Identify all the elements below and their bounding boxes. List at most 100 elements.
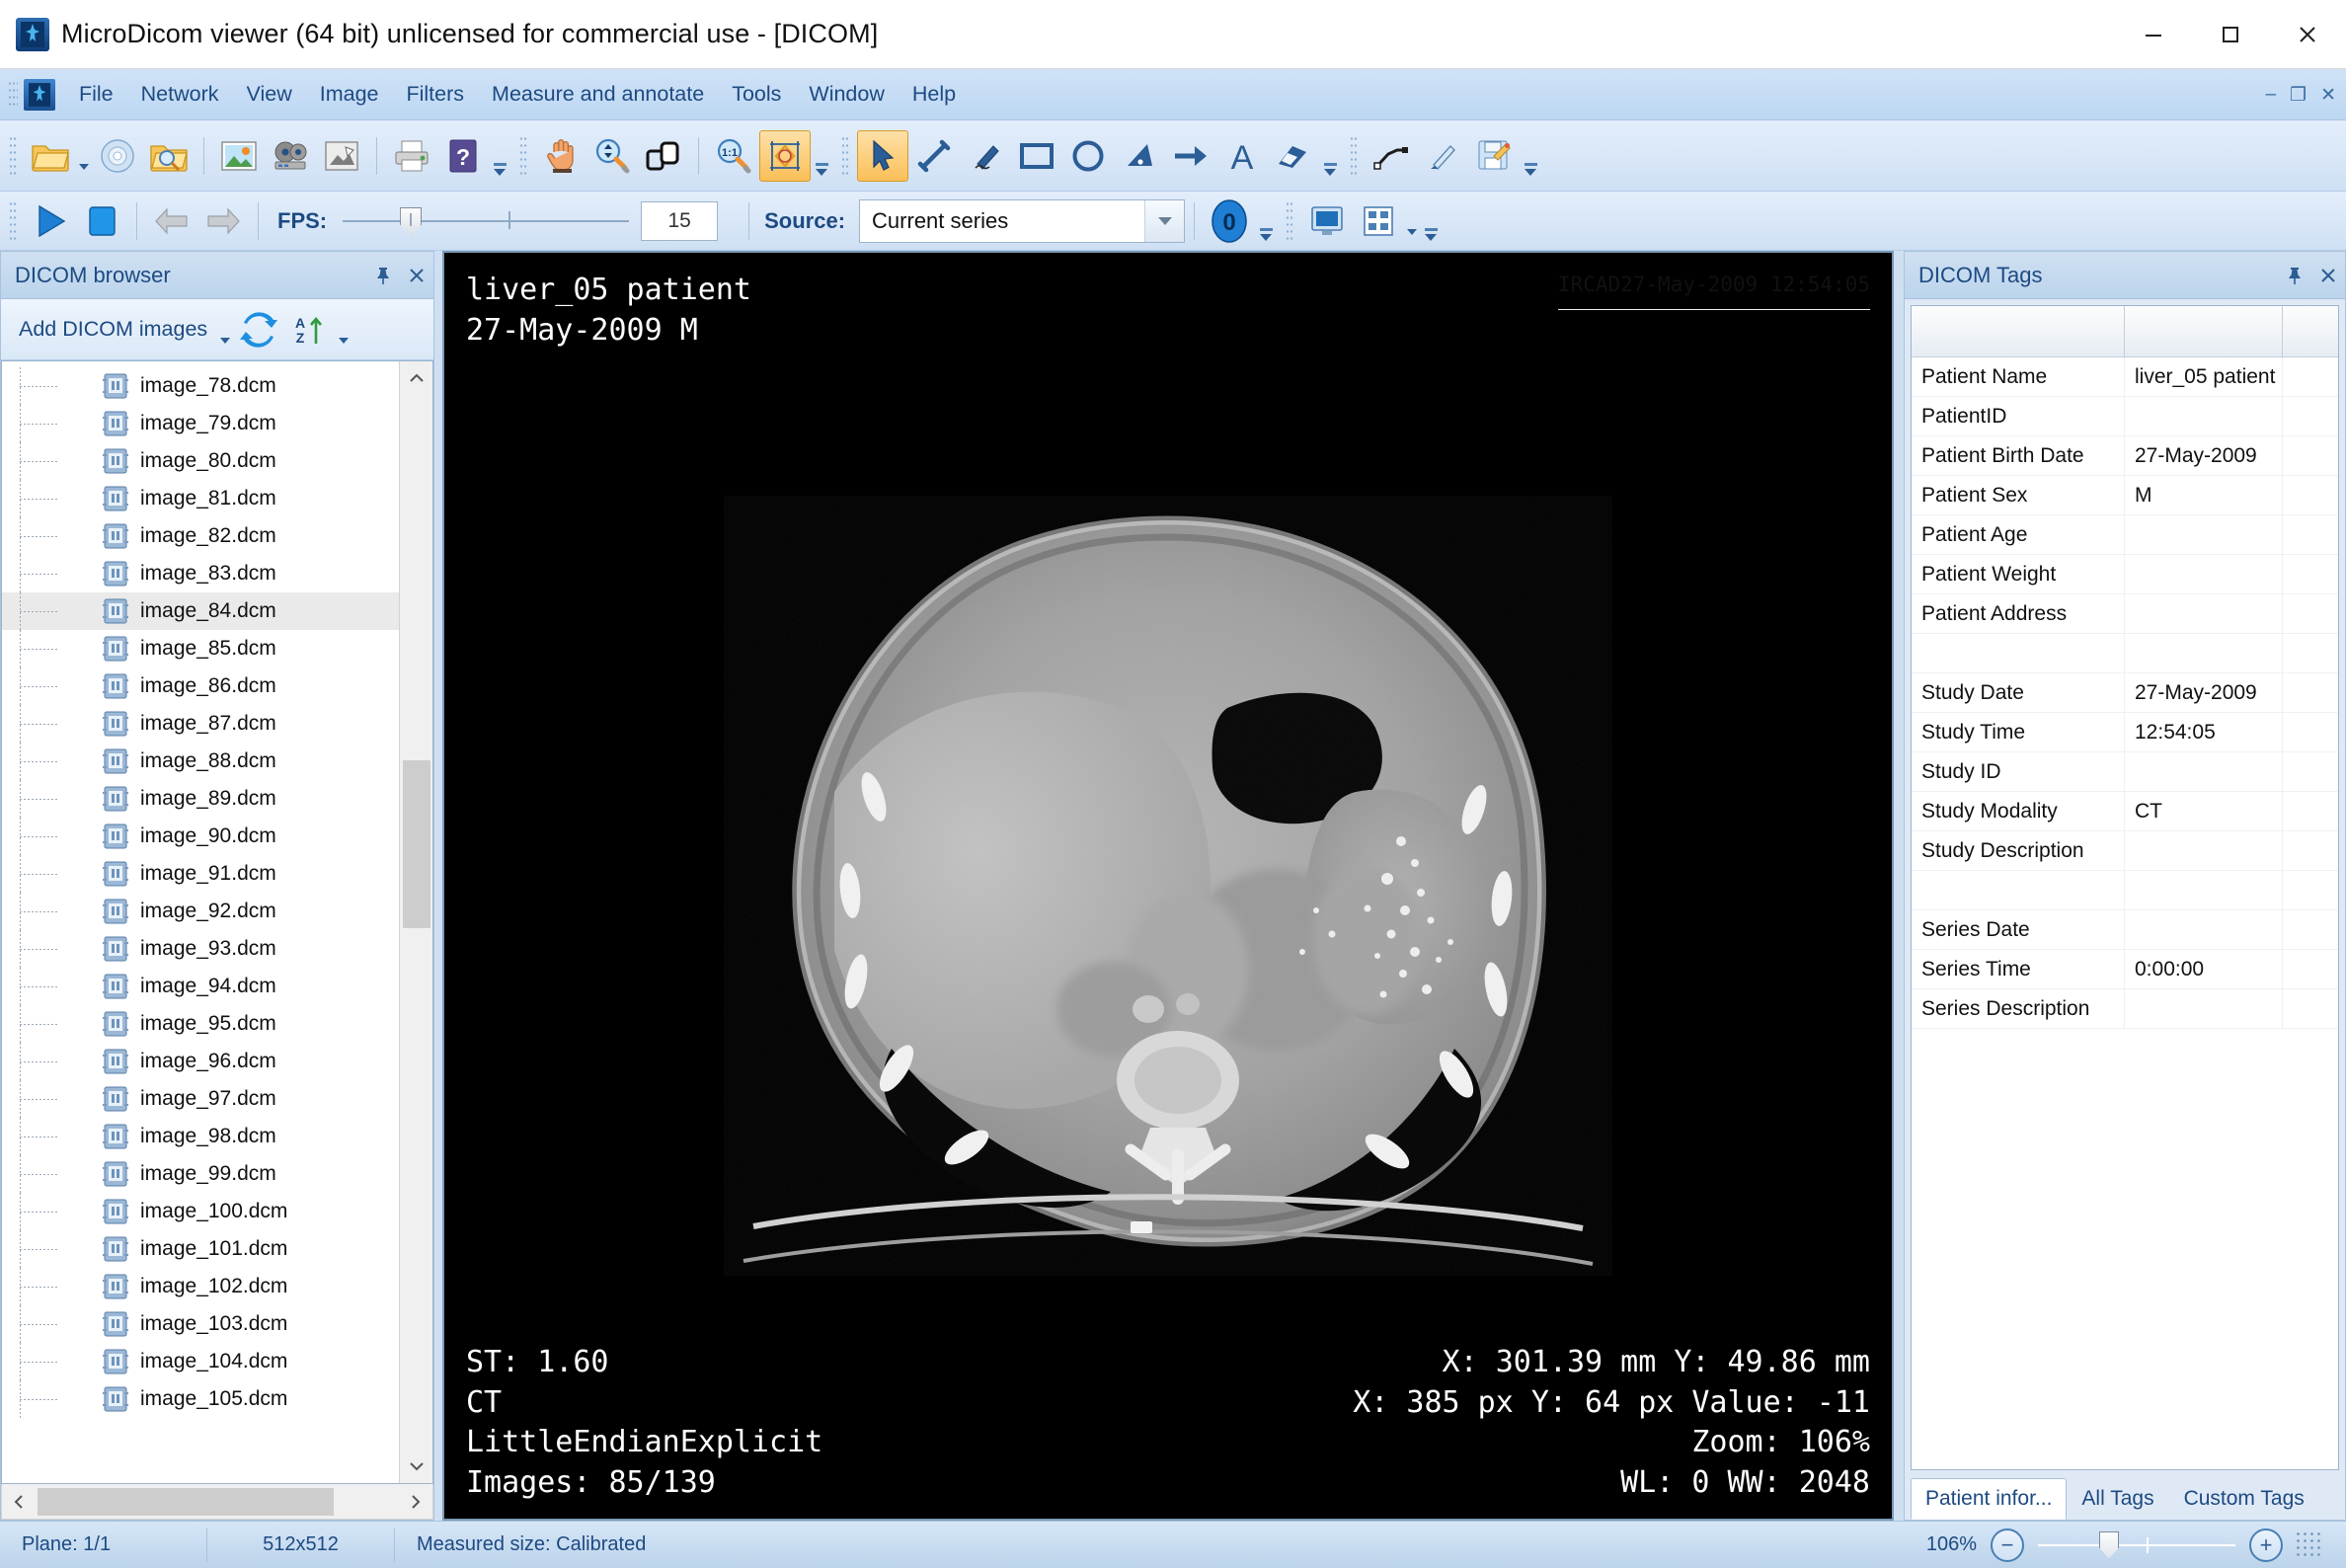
scroll-left-icon[interactable]	[2, 1485, 36, 1519]
search-folder-icon[interactable]	[143, 130, 195, 182]
sort-az-icon[interactable]: A Z	[284, 304, 336, 355]
file-list-horizontal-scrollbar[interactable]	[1, 1484, 433, 1520]
table-row[interactable]: Patient Address	[1912, 594, 2338, 634]
list-item[interactable]: image_84.dcm	[2, 592, 399, 630]
tab-custom-tags[interactable]: Custom Tags	[2169, 1478, 2319, 1520]
layout-gripper[interactable]	[1286, 200, 1294, 242]
fit-to-window-icon[interactable]	[759, 130, 811, 182]
frame-index-badge[interactable]: 0	[1204, 196, 1255, 247]
table-row[interactable]: Study ModalityCT	[1912, 792, 2338, 831]
playback-overflow-1[interactable]	[1255, 196, 1277, 247]
list-item[interactable]: image_81.dcm	[2, 480, 399, 517]
toolbar-overflow-2[interactable]	[811, 130, 832, 182]
table-row[interactable]: Patient Weight	[1912, 555, 2338, 594]
dicom-image-viewer[interactable]: liver_05 patient27-May-2009 M IRCAD27-Ma…	[442, 251, 1894, 1521]
tab-all-tags[interactable]: All Tags	[2067, 1478, 2168, 1520]
table-row[interactable]	[1912, 634, 2338, 673]
angle-icon[interactable]	[1114, 130, 1165, 182]
list-item[interactable]: image_97.dcm	[2, 1080, 399, 1118]
list-item[interactable]: image_88.dcm	[2, 743, 399, 780]
polyline-icon[interactable]	[1366, 130, 1417, 182]
zoom-slider[interactable]	[2038, 1529, 2235, 1562]
menu-item-file[interactable]: File	[65, 75, 127, 114]
table-row[interactable]: Series Description	[1912, 989, 2338, 1029]
list-item[interactable]: image_87.dcm	[2, 705, 399, 743]
list-item[interactable]: image_89.dcm	[2, 780, 399, 818]
table-row[interactable]: Study Description	[1912, 831, 2338, 871]
zoom-one-to-one-icon[interactable]: 1:1	[708, 130, 759, 182]
list-item[interactable]: image_83.dcm	[2, 555, 399, 592]
export-video-icon[interactable]	[265, 130, 316, 182]
playback-overflow-2[interactable]	[1420, 196, 1442, 247]
table-row[interactable]: Patient SexM	[1912, 476, 2338, 515]
freehand-pencil-icon[interactable]	[960, 130, 1011, 182]
window-maximize-button[interactable]	[2192, 0, 2269, 69]
sort-dropdown-icon[interactable]	[336, 304, 352, 355]
menu-item-filters[interactable]: Filters	[393, 75, 479, 114]
next-arrow-icon[interactable]	[197, 196, 249, 247]
list-item[interactable]: image_93.dcm	[2, 930, 399, 968]
list-item[interactable]: image_85.dcm	[2, 630, 399, 667]
fps-slider-thumb[interactable]	[400, 207, 422, 237]
list-item[interactable]: image_105.dcm	[2, 1380, 399, 1418]
list-item[interactable]: image_100.dcm	[2, 1193, 399, 1230]
mdi-close-button[interactable]: ✕	[2320, 84, 2336, 107]
table-row[interactable]: Patient Birth Date27-May-2009	[1912, 436, 2338, 476]
table-row[interactable]: PatientID	[1912, 397, 2338, 436]
scroll-right-icon[interactable]	[399, 1485, 432, 1519]
single-view-icon[interactable]	[1301, 196, 1353, 247]
toolbar-gripper-3[interactable]	[841, 135, 850, 177]
scroll-up-icon[interactable]	[400, 361, 433, 395]
chevron-down-icon[interactable]	[1144, 200, 1184, 242]
zoom-slider-thumb[interactable]	[2099, 1531, 2119, 1559]
zoom-in-button[interactable]: +	[2249, 1529, 2283, 1562]
scroll-thumb[interactable]	[403, 760, 430, 928]
stop-icon[interactable]	[76, 196, 127, 247]
window-level-icon[interactable]	[638, 130, 689, 182]
tab-patient-information[interactable]: Patient infor...	[1911, 1478, 2067, 1520]
resize-grip-icon[interactable]	[2297, 1532, 2322, 1558]
open-folder-dropdown-icon[interactable]	[76, 130, 92, 182]
arrow-icon[interactable]	[1165, 130, 1216, 182]
layout-dropdown-icon[interactable]	[1404, 196, 1420, 247]
add-dicom-dropdown-icon[interactable]	[217, 304, 233, 355]
table-row[interactable]: Study Time12:54:05	[1912, 713, 2338, 752]
table-row[interactable]	[1912, 871, 2338, 910]
list-item[interactable]: image_79.dcm	[2, 405, 399, 442]
previous-arrow-icon[interactable]	[146, 196, 197, 247]
dicom-tags-table[interactable]: Patient Nameliver_05 patientPatientIDPat…	[1911, 305, 2339, 1470]
list-item[interactable]: image_92.dcm	[2, 893, 399, 930]
list-item[interactable]: image_94.dcm	[2, 968, 399, 1005]
menu-item-measure-and-annotate[interactable]: Measure and annotate	[478, 75, 718, 114]
hscroll-thumb[interactable]	[38, 1488, 334, 1516]
open-folder-icon[interactable]	[25, 130, 76, 182]
list-item[interactable]: image_86.dcm	[2, 667, 399, 705]
table-row[interactable]: Study Date27-May-2009	[1912, 673, 2338, 713]
list-item[interactable]: image_91.dcm	[2, 855, 399, 893]
pin-icon[interactable]	[366, 256, 400, 295]
list-item[interactable]: image_82.dcm	[2, 517, 399, 555]
list-item[interactable]: image_99.dcm	[2, 1155, 399, 1193]
menu-item-view[interactable]: View	[233, 75, 306, 114]
tags-col-extra-header[interactable]	[2283, 306, 2338, 356]
pointer-arrow-icon[interactable]	[857, 130, 908, 182]
window-minimize-button[interactable]	[2115, 0, 2192, 69]
scan-image-icon[interactable]	[316, 130, 367, 182]
menu-item-image[interactable]: Image	[306, 75, 393, 114]
scroll-gutter[interactable]	[400, 395, 432, 1450]
list-item[interactable]: image_80.dcm	[2, 442, 399, 480]
mdi-restore-button[interactable]: ❐	[2290, 84, 2307, 107]
toolbar-gripper-4[interactable]	[1350, 135, 1359, 177]
help-icon[interactable]: ?	[437, 130, 489, 182]
list-item[interactable]: image_78.dcm	[2, 367, 399, 405]
menu-item-window[interactable]: Window	[795, 75, 898, 114]
close-icon[interactable]	[400, 256, 433, 295]
list-item[interactable]: image_90.dcm	[2, 818, 399, 855]
list-item[interactable]: image_101.dcm	[2, 1230, 399, 1268]
list-item[interactable]: image_103.dcm	[2, 1305, 399, 1343]
refresh-icon[interactable]	[233, 304, 284, 355]
tags-close-icon[interactable]	[2311, 256, 2345, 295]
tags-col-name-header[interactable]	[1912, 306, 2125, 356]
toolbar-gripper-1[interactable]	[9, 135, 18, 177]
measure-length-icon[interactable]	[908, 130, 960, 182]
